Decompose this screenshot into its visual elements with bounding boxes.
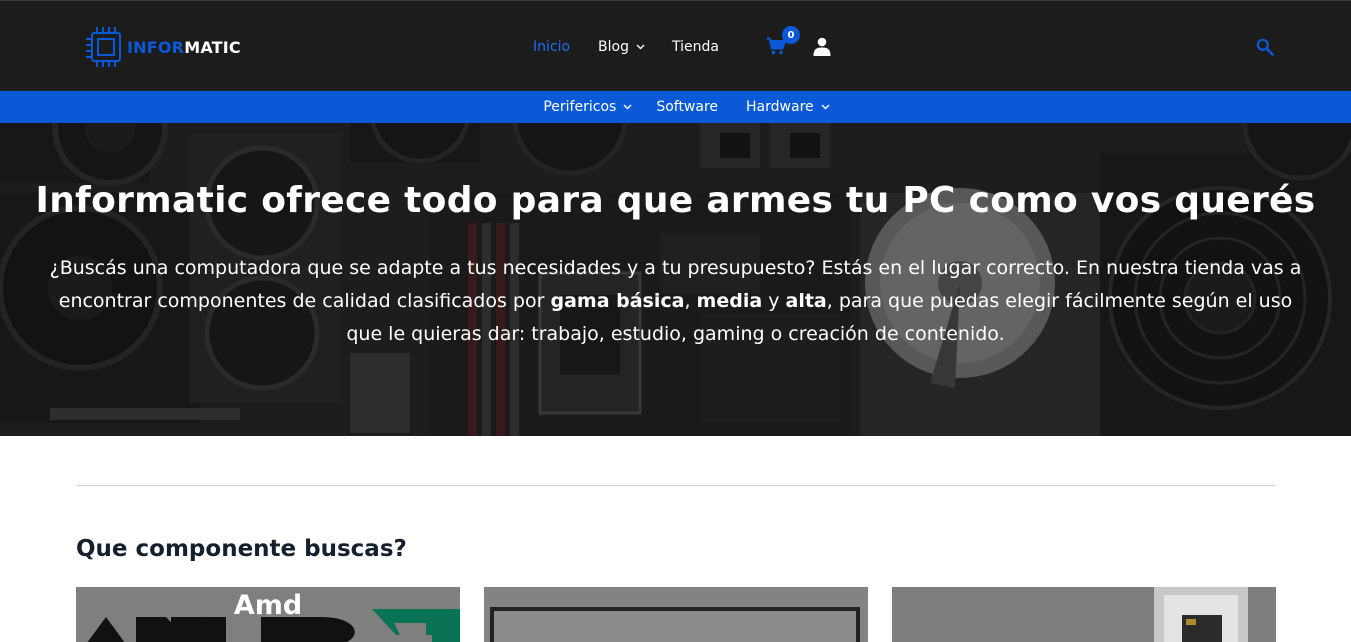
chip-icon xyxy=(86,27,121,67)
nav-hardware-label: Hardware xyxy=(746,99,814,115)
nav-blog[interactable]: Blog xyxy=(598,39,645,55)
user-icon[interactable] xyxy=(813,37,831,56)
hero-bold-alta: alta xyxy=(785,290,827,312)
logo-text-part2: MATIC xyxy=(184,37,241,57)
chevron-down-icon xyxy=(821,104,830,110)
hero-bold-basica: gama básica xyxy=(550,290,685,312)
main-nav: Inicio Blog Tienda xyxy=(533,35,719,59)
hero-description: ¿Buscás una computadora que se adapte a … xyxy=(40,252,1311,351)
category-nav: Perifericos Software Hardware xyxy=(0,91,1351,123)
section-divider xyxy=(76,485,1276,486)
nav-hardware[interactable]: Hardware xyxy=(746,99,830,115)
category-card-3[interactable] xyxy=(892,587,1276,642)
logo-wordmark: INFORMATIC xyxy=(127,38,241,57)
hero-bold-media: media xyxy=(696,290,763,312)
nav-inicio[interactable]: Inicio xyxy=(533,39,570,55)
site-logo[interactable]: INFORMATIC xyxy=(84,23,241,71)
category-card-label: Amd xyxy=(233,590,303,621)
category-nav-list: Perifericos Software Hardware xyxy=(521,99,830,115)
category-card-2[interactable] xyxy=(484,587,868,642)
chevron-down-icon xyxy=(623,104,632,110)
hero-banner: Informatic ofrece todo para que armes tu… xyxy=(0,123,1351,436)
category-card-image xyxy=(892,587,1276,642)
category-card-amd[interactable]: Amd xyxy=(76,587,460,642)
search-icon[interactable] xyxy=(1256,38,1274,56)
nav-perifericos[interactable]: Perifericos xyxy=(543,99,632,115)
logo-text-part1: INFOR xyxy=(127,37,185,57)
hero-separator-2: y xyxy=(762,290,786,312)
hero-separator-1: , xyxy=(684,290,697,312)
nav-perifericos-label: Perifericos xyxy=(543,99,617,115)
cart-count-badge: 0 xyxy=(782,26,800,44)
category-card-image xyxy=(484,587,868,642)
chevron-down-icon xyxy=(636,44,645,50)
nav-software[interactable]: Software xyxy=(656,99,718,115)
components-heading: Que componente buscas? xyxy=(76,536,407,562)
nav-blog-label: Blog xyxy=(598,39,629,55)
site-header: INFORMATIC Inicio Blog Tienda 0 xyxy=(0,0,1351,91)
nav-tienda[interactable]: Tienda xyxy=(672,39,719,55)
hero-title: Informatic ofrece todo para que armes tu… xyxy=(35,180,1316,221)
